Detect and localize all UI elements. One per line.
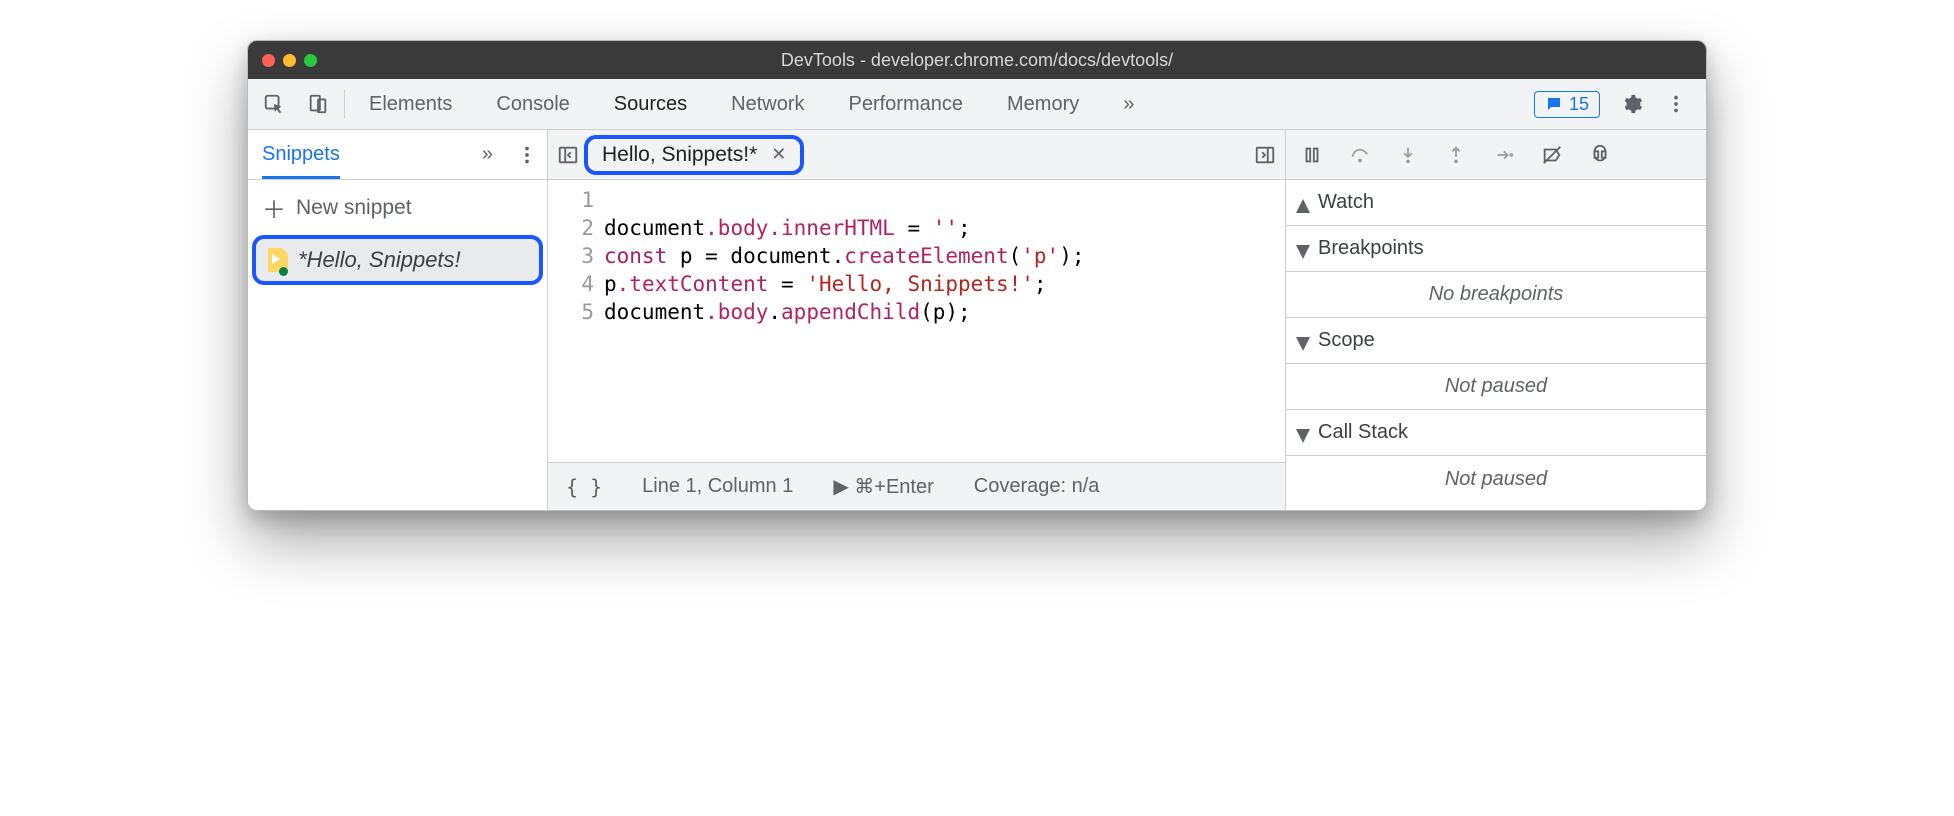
toggle-navigator-icon[interactable] xyxy=(556,143,580,167)
callstack-section-header[interactable]: Call Stack xyxy=(1286,410,1706,456)
editor-pane: Hello, Snippets!* ✕ 1 2 3 4 5 xyxy=(548,130,1286,510)
window-titlebar: DevTools - developer.chrome.com/docs/dev… xyxy=(248,41,1706,79)
chevron-down-icon xyxy=(1296,334,1310,348)
editor-file-tab-label: Hello, Snippets!* xyxy=(602,143,757,167)
pause-icon[interactable] xyxy=(1300,143,1324,167)
watch-label: Watch xyxy=(1318,191,1374,214)
watch-section-header[interactable]: Watch xyxy=(1286,180,1706,226)
sources-panel: Snippets » ＋ New snippet *Hello, Snippet… xyxy=(248,130,1706,510)
chevron-down-icon xyxy=(1296,426,1310,440)
window-title: DevTools - developer.chrome.com/docs/dev… xyxy=(248,50,1706,71)
navigator-tab-snippets[interactable]: Snippets xyxy=(262,143,340,179)
window-controls xyxy=(248,54,317,67)
callstack-body: Not paused xyxy=(1286,456,1706,502)
step-out-icon[interactable] xyxy=(1444,143,1468,167)
callstack-label: Call Stack xyxy=(1318,421,1408,444)
scope-body: Not paused xyxy=(1286,364,1706,410)
breakpoints-label: Breakpoints xyxy=(1318,237,1424,260)
step-icon[interactable] xyxy=(1492,143,1516,167)
devtools-window: DevTools - developer.chrome.com/docs/dev… xyxy=(247,40,1707,511)
breakpoints-section-header[interactable]: Breakpoints xyxy=(1286,226,1706,272)
new-snippet-button[interactable]: ＋ New snippet xyxy=(248,180,547,235)
toggle-debugger-icon[interactable] xyxy=(1253,143,1277,167)
step-over-icon[interactable] xyxy=(1348,143,1372,167)
navigator-tabs-overflow-icon[interactable]: » xyxy=(482,143,493,166)
run-snippet-button[interactable]: ▶ ⌘+Enter xyxy=(833,474,933,499)
minimize-window-button[interactable] xyxy=(283,54,296,67)
editor-statusbar: { } Line 1, Column 1 ▶ ⌘+Enter Coverage:… xyxy=(548,462,1285,510)
device-toolbar-icon[interactable] xyxy=(306,92,330,116)
tab-memory[interactable]: Memory xyxy=(1007,93,1079,116)
debugger-toolbar xyxy=(1286,130,1706,180)
chevron-down-icon xyxy=(1296,242,1310,256)
tab-console[interactable]: Console xyxy=(496,93,569,116)
code-content: document.body.innerHTML = ''; const p = … xyxy=(604,186,1285,462)
tab-performance[interactable]: Performance xyxy=(849,93,964,116)
new-snippet-label: New snippet xyxy=(296,196,412,220)
inspect-element-icon[interactable] xyxy=(262,92,286,116)
scope-section-header[interactable]: Scope xyxy=(1286,318,1706,364)
debugger-pane: Watch Breakpoints No breakpoints Scope N… xyxy=(1286,130,1706,510)
pretty-print-icon[interactable]: { } xyxy=(566,475,602,499)
cursor-position: Line 1, Column 1 xyxy=(642,475,793,498)
tabs-overflow-icon[interactable]: » xyxy=(1123,93,1134,116)
step-into-icon[interactable] xyxy=(1396,143,1420,167)
maximize-window-button[interactable] xyxy=(304,54,317,67)
editor-file-tab[interactable]: Hello, Snippets!* ✕ xyxy=(588,139,800,171)
navigator-sidebar: Snippets » ＋ New snippet *Hello, Snippet… xyxy=(248,130,548,510)
toolbar-divider xyxy=(344,90,345,118)
code-editor[interactable]: 1 2 3 4 5 document.body.innerHTML = ''; … xyxy=(548,180,1285,462)
panel-tabs: Elements Console Sources Network Perform… xyxy=(359,93,1534,116)
coverage-status: Coverage: n/a xyxy=(974,475,1100,498)
tab-network[interactable]: Network xyxy=(731,93,804,116)
snippet-list-item[interactable]: *Hello, Snippets! xyxy=(256,239,539,281)
pause-on-exceptions-icon[interactable] xyxy=(1588,143,1612,167)
close-window-button[interactable] xyxy=(262,54,275,67)
settings-icon[interactable] xyxy=(1620,92,1644,116)
kebab-menu-icon[interactable] xyxy=(1664,92,1688,116)
navigator-menu-icon[interactable] xyxy=(515,143,539,167)
editor-tabbar: Hello, Snippets!* ✕ xyxy=(548,130,1285,180)
issues-count: 15 xyxy=(1569,94,1589,115)
plus-icon: ＋ xyxy=(262,190,286,225)
scope-label: Scope xyxy=(1318,329,1375,352)
chevron-right-icon xyxy=(1296,196,1310,210)
navigator-tabs: Snippets » xyxy=(248,130,547,180)
snippet-item-name: *Hello, Snippets! xyxy=(298,247,461,273)
issues-badge[interactable]: 15 xyxy=(1534,91,1600,118)
devtools-toolbar: Elements Console Sources Network Perform… xyxy=(248,79,1706,130)
deactivate-breakpoints-icon[interactable] xyxy=(1540,143,1564,167)
unsaved-indicator-icon xyxy=(279,267,288,276)
tab-sources[interactable]: Sources xyxy=(614,93,687,116)
tab-elements[interactable]: Elements xyxy=(369,93,452,116)
breakpoints-body: No breakpoints xyxy=(1286,272,1706,318)
close-tab-icon[interactable]: ✕ xyxy=(771,144,786,165)
line-number-gutter: 1 2 3 4 5 xyxy=(548,186,604,462)
